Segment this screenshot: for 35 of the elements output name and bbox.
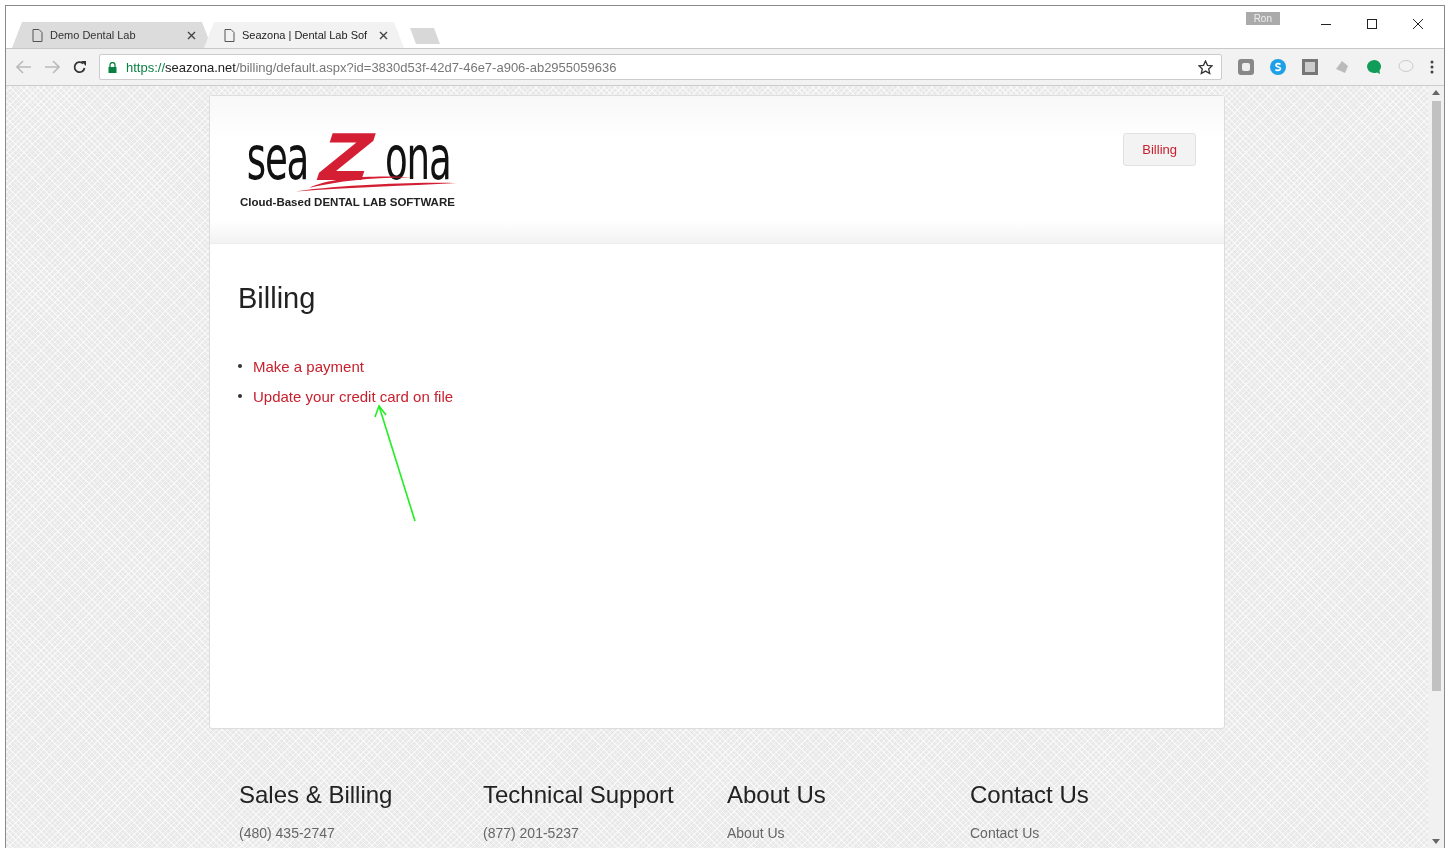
scroll-down-icon[interactable] <box>1432 839 1440 844</box>
footer-link[interactable]: (480) 435-2747 <box>239 825 483 841</box>
star-icon[interactable] <box>1198 59 1213 75</box>
footer-link[interactable]: Contact Us <box>970 825 1214 841</box>
footer-heading: Contact Us <box>970 781 1090 809</box>
footer-heading: Technical Support <box>483 781 675 809</box>
menu-icon[interactable] <box>1430 60 1434 74</box>
scroll-up-icon[interactable] <box>1432 90 1440 95</box>
close-icon[interactable] <box>1412 18 1424 30</box>
page-icon <box>32 28 43 42</box>
scrollbar-thumb[interactable] <box>1431 101 1441 691</box>
footer-heading: About Us <box>727 781 827 809</box>
footer-heading: Sales & Billing <box>239 781 394 809</box>
url-text: https://seazona.net/billing/default.aspx?id=3830d53f-42d7-46e7-a906-ab2955059636 <box>126 59 618 75</box>
page-title: Billing <box>238 282 317 315</box>
tab-title: Demo Dental Lab <box>50 29 137 41</box>
maximize-icon[interactable] <box>1366 18 1378 30</box>
reload-icon[interactable] <box>72 59 87 75</box>
bullet-icon <box>238 364 242 368</box>
footer-link[interactable]: (877) 201-5237 <box>483 825 727 841</box>
address-bar[interactable]: https://seazona.net/billing/default.aspx?id=3830d53f-42d7-46e7-a906-ab2955059636 <box>99 54 1222 80</box>
page-icon <box>224 28 235 42</box>
extension-icon[interactable] <box>1238 59 1254 75</box>
close-icon[interactable] <box>187 30 196 40</box>
logo[interactable]: seaZona Cloud-Based DENTAL LAB SOFTWARE <box>240 126 459 208</box>
bullet-icon <box>238 394 242 398</box>
nav-button[interactable]: Billing <box>1123 133 1196 166</box>
browser-tab[interactable]: Seazona | Dental Lab Sof <box>204 22 404 48</box>
footer-link[interactable]: About Us <box>727 825 970 841</box>
extension-icon[interactable] <box>1302 59 1318 75</box>
lock-icon <box>108 61 117 73</box>
tab-title: Seazona | Dental Lab Sof <box>242 29 369 41</box>
link[interactable]: Make a payment <box>253 357 364 375</box>
close-icon[interactable] <box>379 30 388 40</box>
link[interactable]: Update your credit card on file <box>253 387 454 405</box>
